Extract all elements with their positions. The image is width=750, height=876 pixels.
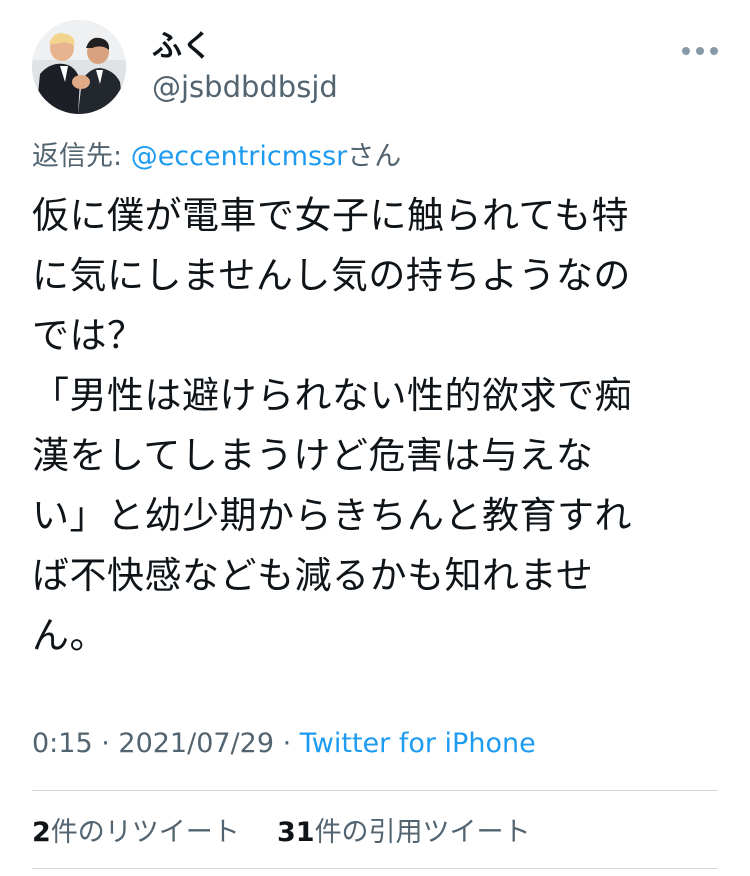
meta-separator: · xyxy=(274,728,300,759)
reply-to-prefix: 返信先: xyxy=(32,141,131,172)
tweet-time[interactable]: 0:15 xyxy=(32,728,93,759)
tweet-meta: 0:15 · 2021/07/29 · Twitter for iPhone xyxy=(32,728,536,759)
divider xyxy=(32,790,718,791)
tweet-text: 仮に僕が電車で女子に触られても特 に気にしませんし気の持ちようなの では？ 「男… xyxy=(32,194,632,657)
author-info: ふく @jsbdbdbsjd xyxy=(152,30,338,106)
retweets-count: 2 xyxy=(32,817,51,848)
more-horizontal-icon xyxy=(696,47,704,55)
more-horizontal-icon xyxy=(710,47,718,55)
tweet-source-link[interactable]: Twitter for iPhone xyxy=(300,728,536,759)
reply-to-line: 返信先: @eccentricmssrさん xyxy=(32,134,401,173)
author-display-name[interactable]: ふく xyxy=(152,30,338,64)
meta-separator: · xyxy=(92,728,119,759)
quotes-count: 31 xyxy=(276,817,315,848)
quotes-label: 件の引用ツイート xyxy=(314,817,531,848)
reply-mention-link[interactable]: @eccentricmssr xyxy=(131,141,348,172)
more-horizontal-icon xyxy=(682,47,690,55)
tweet-stats: 2件のリツイート 31件の引用ツイート xyxy=(32,810,531,849)
more-options-button[interactable] xyxy=(680,40,720,60)
avatar[interactable] xyxy=(32,20,126,114)
avatar-photo-icon xyxy=(32,20,126,114)
divider xyxy=(32,868,718,869)
author-handle[interactable]: @jsbdbdbsjd xyxy=(152,68,338,106)
reply-to-suffix: さん xyxy=(347,141,402,172)
tweet-date[interactable]: 2021/07/29 xyxy=(118,728,274,759)
quote-tweets-stat[interactable]: 31件の引用ツイート xyxy=(277,817,531,848)
tweet-detail: ふく @jsbdbdbsjd 返信先: @eccentricmssrさん 仮に僕… xyxy=(0,0,750,876)
retweets-stat[interactable]: 2件のリツイート xyxy=(32,817,240,848)
retweets-label: 件のリツイート xyxy=(50,817,240,848)
